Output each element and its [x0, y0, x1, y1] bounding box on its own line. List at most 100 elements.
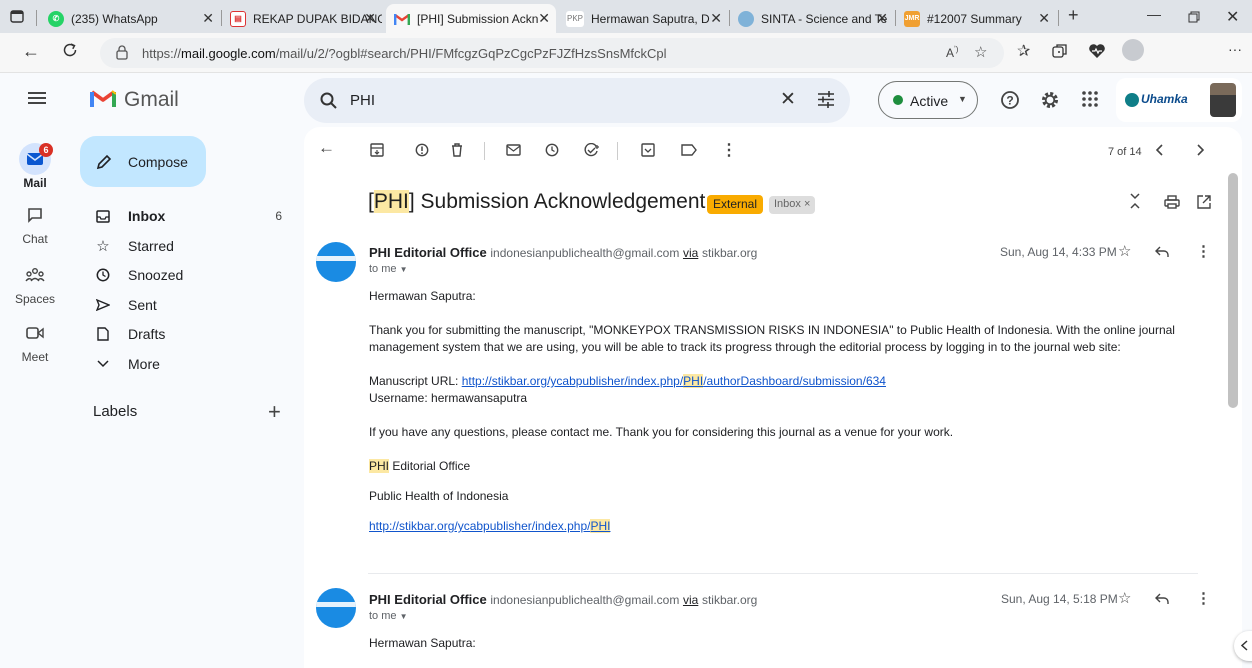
reload-icon[interactable]: [62, 42, 78, 58]
snooze-icon[interactable]: [545, 143, 559, 157]
apps-grid-icon[interactable]: [1082, 91, 1098, 107]
settings-gear-icon[interactable]: [1040, 90, 1060, 110]
sender-name[interactable]: PHI Editorial Office: [369, 245, 487, 260]
via-domain: stikbar.org: [701, 246, 758, 260]
via-domain: stikbar.org: [701, 593, 758, 607]
address-bar: ← https://mail.google.com/mail/u/2/?ogbl…: [0, 33, 1252, 73]
active-status-dot: [893, 95, 903, 105]
print-icon[interactable]: [1164, 195, 1180, 209]
rail-item-spaces[interactable]: Spaces: [0, 259, 70, 306]
rail-item-chat[interactable]: Chat: [0, 199, 70, 246]
add-label-icon[interactable]: +: [268, 399, 281, 425]
lock-icon[interactable]: [116, 45, 128, 60]
tab-actions-icon[interactable]: [10, 10, 24, 23]
inbox-label-chip: Inbox ×: [769, 196, 816, 214]
recipient-dropdown[interactable]: to me ▼: [369, 263, 408, 275]
window-close-icon[interactable]: ✕: [1226, 7, 1239, 27]
close-tab-icon[interactable]: ✕: [876, 10, 888, 27]
nav-item-more[interactable]: More: [80, 349, 292, 379]
nav-item-drafts[interactable]: Drafts: [80, 319, 292, 349]
browser-tab-sinta[interactable]: SINTA - Science and Te ✕: [730, 4, 894, 33]
browser-tab-pkp[interactable]: PKP Hermawan Saputra, D ✕: [558, 4, 728, 33]
via-word[interactable]: via: [683, 246, 698, 260]
main-menu-icon[interactable]: [28, 91, 46, 105]
chevron-down-icon: [95, 360, 111, 368]
open-new-window-icon[interactable]: [1197, 195, 1211, 209]
report-spam-icon[interactable]: [415, 143, 429, 157]
sender-avatar[interactable]: [316, 242, 356, 282]
nav-item-inbox[interactable]: Inbox 6: [80, 201, 292, 231]
reply-icon[interactable]: [1155, 593, 1169, 605]
sender-name[interactable]: PHI Editorial Office: [369, 592, 487, 607]
delete-icon[interactable]: [451, 143, 463, 157]
search-input[interactable]: PHI: [350, 92, 375, 109]
archive-icon[interactable]: [370, 143, 384, 157]
pdf-icon: ▤: [230, 10, 246, 27]
scrollbar-thumb[interactable]: [1228, 173, 1238, 408]
back-to-list-icon[interactable]: ←: [318, 138, 335, 158]
status-selector[interactable]: Active ▼: [878, 81, 978, 119]
search-bar[interactable]: PHI ✕: [304, 78, 850, 123]
account-avatar[interactable]: [1210, 83, 1236, 117]
read-aloud-icon[interactable]: Aʼ): [946, 45, 958, 60]
new-tab-icon[interactable]: +: [1068, 5, 1079, 26]
nav-item-snoozed[interactable]: Snoozed: [80, 260, 292, 290]
close-tab-icon[interactable]: ✕: [538, 10, 550, 27]
favorite-star-icon[interactable]: ☆: [974, 43, 987, 61]
nav-item-sent[interactable]: Sent: [80, 290, 292, 320]
add-to-tasks-icon[interactable]: [584, 143, 600, 157]
browser-tab-rekap-dupak[interactable]: ▤ REKAP DUPAK BIDANG ✕: [222, 4, 382, 33]
close-tab-icon[interactable]: ✕: [1038, 10, 1050, 27]
browser-essentials-icon[interactable]: [1088, 43, 1106, 59]
help-icon[interactable]: ?: [1000, 90, 1020, 110]
close-tab-icon[interactable]: ✕: [202, 10, 214, 27]
back-icon[interactable]: ←: [22, 41, 40, 62]
search-icon[interactable]: [320, 92, 337, 109]
gmail-logo-icon[interactable]: [90, 89, 116, 109]
star-message-icon[interactable]: ☆: [1118, 589, 1131, 607]
url-field[interactable]: https://mail.google.com/mail/u/2/?ogbl#s…: [100, 38, 1004, 68]
sender-email: indonesianpublichealth@gmail.com: [490, 593, 680, 607]
sender-avatar[interactable]: [316, 588, 356, 628]
message-more-icon[interactable]: ⋮: [1196, 242, 1211, 260]
collapse-all-icon[interactable]: [1130, 193, 1140, 209]
clear-search-icon[interactable]: ✕: [780, 88, 796, 111]
message-more-icon[interactable]: ⋮: [1196, 589, 1211, 607]
mark-unread-icon[interactable]: [506, 144, 521, 156]
manuscript-url-label: Manuscript URL:: [369, 374, 462, 388]
star-message-icon[interactable]: ☆: [1118, 242, 1131, 260]
search-options-icon[interactable]: [817, 91, 835, 108]
restore-icon[interactable]: [1188, 11, 1200, 23]
recipient-dropdown[interactable]: to me ▼: [369, 610, 408, 622]
rail-item-mail[interactable]: 6 Mail: [0, 143, 70, 190]
spaces-icon: [19, 259, 51, 291]
label-icon[interactable]: [681, 144, 697, 156]
close-tab-icon[interactable]: ✕: [364, 10, 376, 27]
message-view: ← ⋮ 7 of 14 [PHI] Submission Acknowledge…: [304, 127, 1242, 668]
reply-icon[interactable]: [1155, 246, 1169, 258]
minimize-icon[interactable]: —: [1147, 6, 1161, 22]
labels-heading: Labels: [93, 403, 138, 420]
newer-chevron-icon[interactable]: [1156, 144, 1164, 156]
message-body: Hermawan Saputra: Thank you for submitti…: [369, 288, 1189, 535]
remove-label-icon[interactable]: ×: [804, 198, 810, 210]
browser-tab-gmail[interactable]: [PHI] Submission Ackn ✕: [386, 4, 556, 33]
older-chevron-icon[interactable]: [1196, 144, 1204, 156]
more-actions-icon[interactable]: ⋮: [721, 140, 737, 160]
browser-tab-summary[interactable]: JMR #12007 Summary ✕: [896, 4, 1056, 33]
manuscript-link[interactable]: http://stikbar.org/ycabpublisher/index.p…: [462, 374, 886, 388]
close-tab-icon[interactable]: ✕: [710, 10, 722, 27]
nav-item-starred[interactable]: ☆ Starred: [80, 231, 292, 261]
account-switcher[interactable]: Uhamka: [1116, 78, 1242, 122]
journal-link[interactable]: http://stikbar.org/ycabpublisher/index.p…: [369, 519, 611, 533]
rail-item-meet[interactable]: Meet: [0, 317, 70, 364]
compose-button[interactable]: Compose: [80, 136, 206, 187]
profile-avatar[interactable]: [1122, 39, 1144, 61]
subject-search-highlight: PHI: [373, 190, 409, 213]
browser-tab-whatsapp[interactable]: ✆ (235) WhatsApp ✕: [40, 4, 220, 33]
via-word[interactable]: via: [683, 593, 698, 607]
move-to-icon[interactable]: [641, 143, 655, 157]
collections-icon[interactable]: [1052, 43, 1068, 59]
favorites-icon[interactable]: ✰: [1017, 41, 1030, 61]
more-menu-icon[interactable]: ···: [1228, 41, 1242, 57]
